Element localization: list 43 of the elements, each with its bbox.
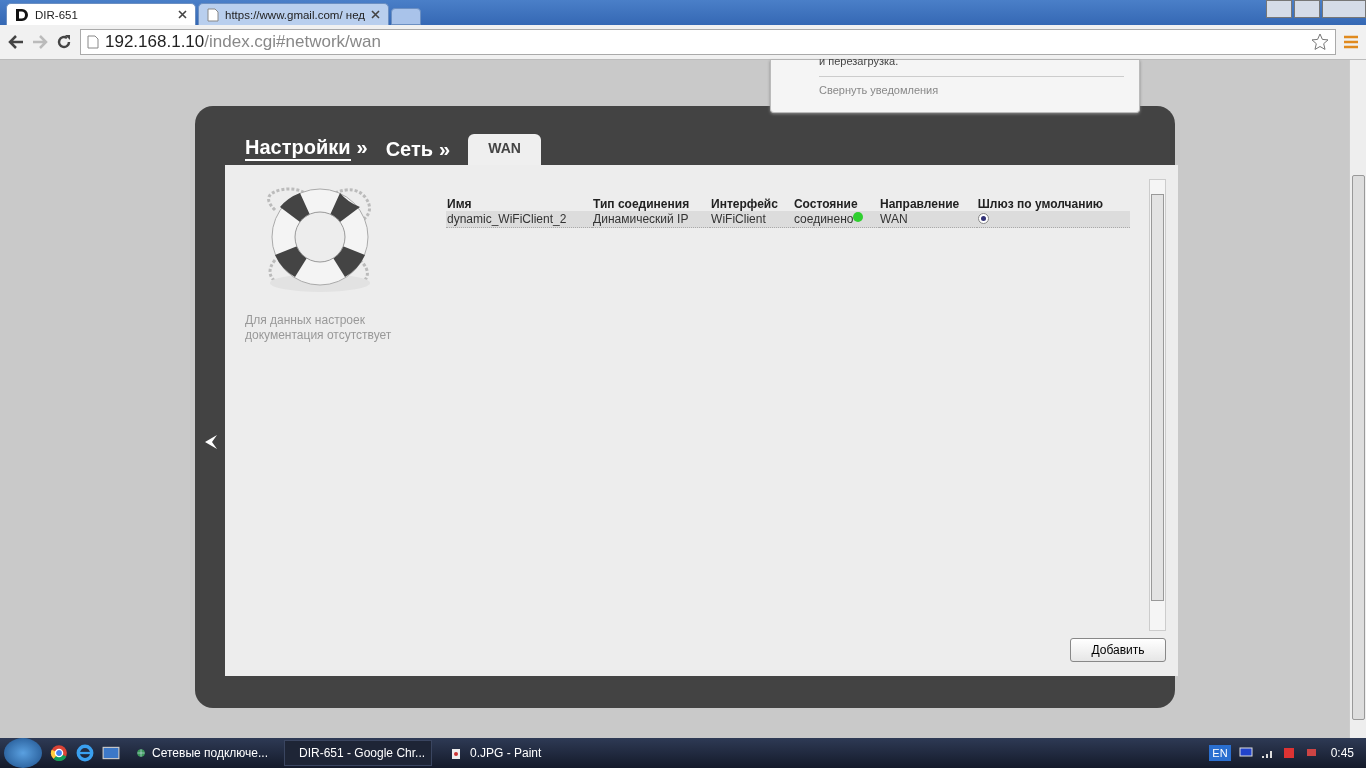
column-header: Направление bbox=[879, 197, 977, 211]
breadcrumb-link[interactable]: Настройки » bbox=[245, 136, 368, 165]
url-text: 192.168.1.10/index.cgi#network/wan bbox=[105, 32, 381, 52]
clock: 0:45 bbox=[1330, 746, 1354, 760]
column-header: Состояние bbox=[792, 197, 879, 211]
wan-tab[interactable]: WAN bbox=[468, 134, 541, 165]
monitor-icon[interactable] bbox=[1238, 747, 1253, 759]
column-header: Шлюз по умолчанию bbox=[976, 197, 1130, 211]
column-header: Интерфейс bbox=[710, 197, 793, 211]
taskbar-item[interactable]: 0.JPG - Paint bbox=[440, 740, 588, 766]
collapse-arrow-icon[interactable] bbox=[204, 434, 218, 450]
address-bar[interactable]: 192.168.1.10/index.cgi#network/wan bbox=[80, 29, 1336, 55]
column-header: Имя bbox=[446, 197, 593, 211]
language-indicator[interactable]: EN bbox=[1209, 745, 1231, 761]
table-cell: Динамический IP bbox=[592, 211, 711, 228]
page-icon bbox=[87, 35, 99, 49]
scrollbar[interactable] bbox=[1149, 179, 1166, 631]
d-logo-icon bbox=[15, 7, 29, 22]
desktop-icon[interactable] bbox=[102, 744, 120, 762]
status-text: соединено bbox=[793, 212, 854, 226]
help-text: Для данных настроек документация отсутствует bbox=[245, 313, 393, 343]
taskbar-item[interactable]: Сетевые подключе... bbox=[128, 740, 276, 766]
table-cell: WiFiClient bbox=[710, 211, 793, 228]
chrome-icon[interactable] bbox=[50, 744, 68, 762]
close-icon[interactable] bbox=[178, 10, 187, 19]
start-button[interactable] bbox=[4, 738, 42, 768]
column-header: Тип соединения bbox=[592, 197, 711, 211]
reload-icon[interactable] bbox=[56, 34, 72, 50]
breadcrumb-link[interactable]: Сеть » bbox=[385, 138, 451, 165]
gateway-radio[interactable] bbox=[977, 213, 989, 224]
page-scrollbar[interactable] bbox=[1349, 60, 1366, 738]
close-icon[interactable] bbox=[371, 10, 380, 19]
add-button[interactable]: Добавить bbox=[1070, 638, 1166, 662]
browser-tab[interactable]: https://www.gmail.com/ нед bbox=[198, 3, 389, 25]
browser-e-icon[interactable] bbox=[76, 744, 94, 762]
page-icon bbox=[207, 7, 219, 22]
taskbar-item[interactable]: DIR-651 - Google Chr... bbox=[284, 740, 432, 766]
table-cell: WAN bbox=[879, 211, 977, 228]
table-cell: dynamic_WiFiClient_2 bbox=[446, 211, 593, 228]
back-icon[interactable] bbox=[8, 35, 24, 49]
browser-tab[interactable]: DIR-651 bbox=[6, 3, 196, 25]
star-icon[interactable] bbox=[1311, 33, 1329, 51]
notification-text: и перезагрузка. bbox=[819, 58, 900, 69]
